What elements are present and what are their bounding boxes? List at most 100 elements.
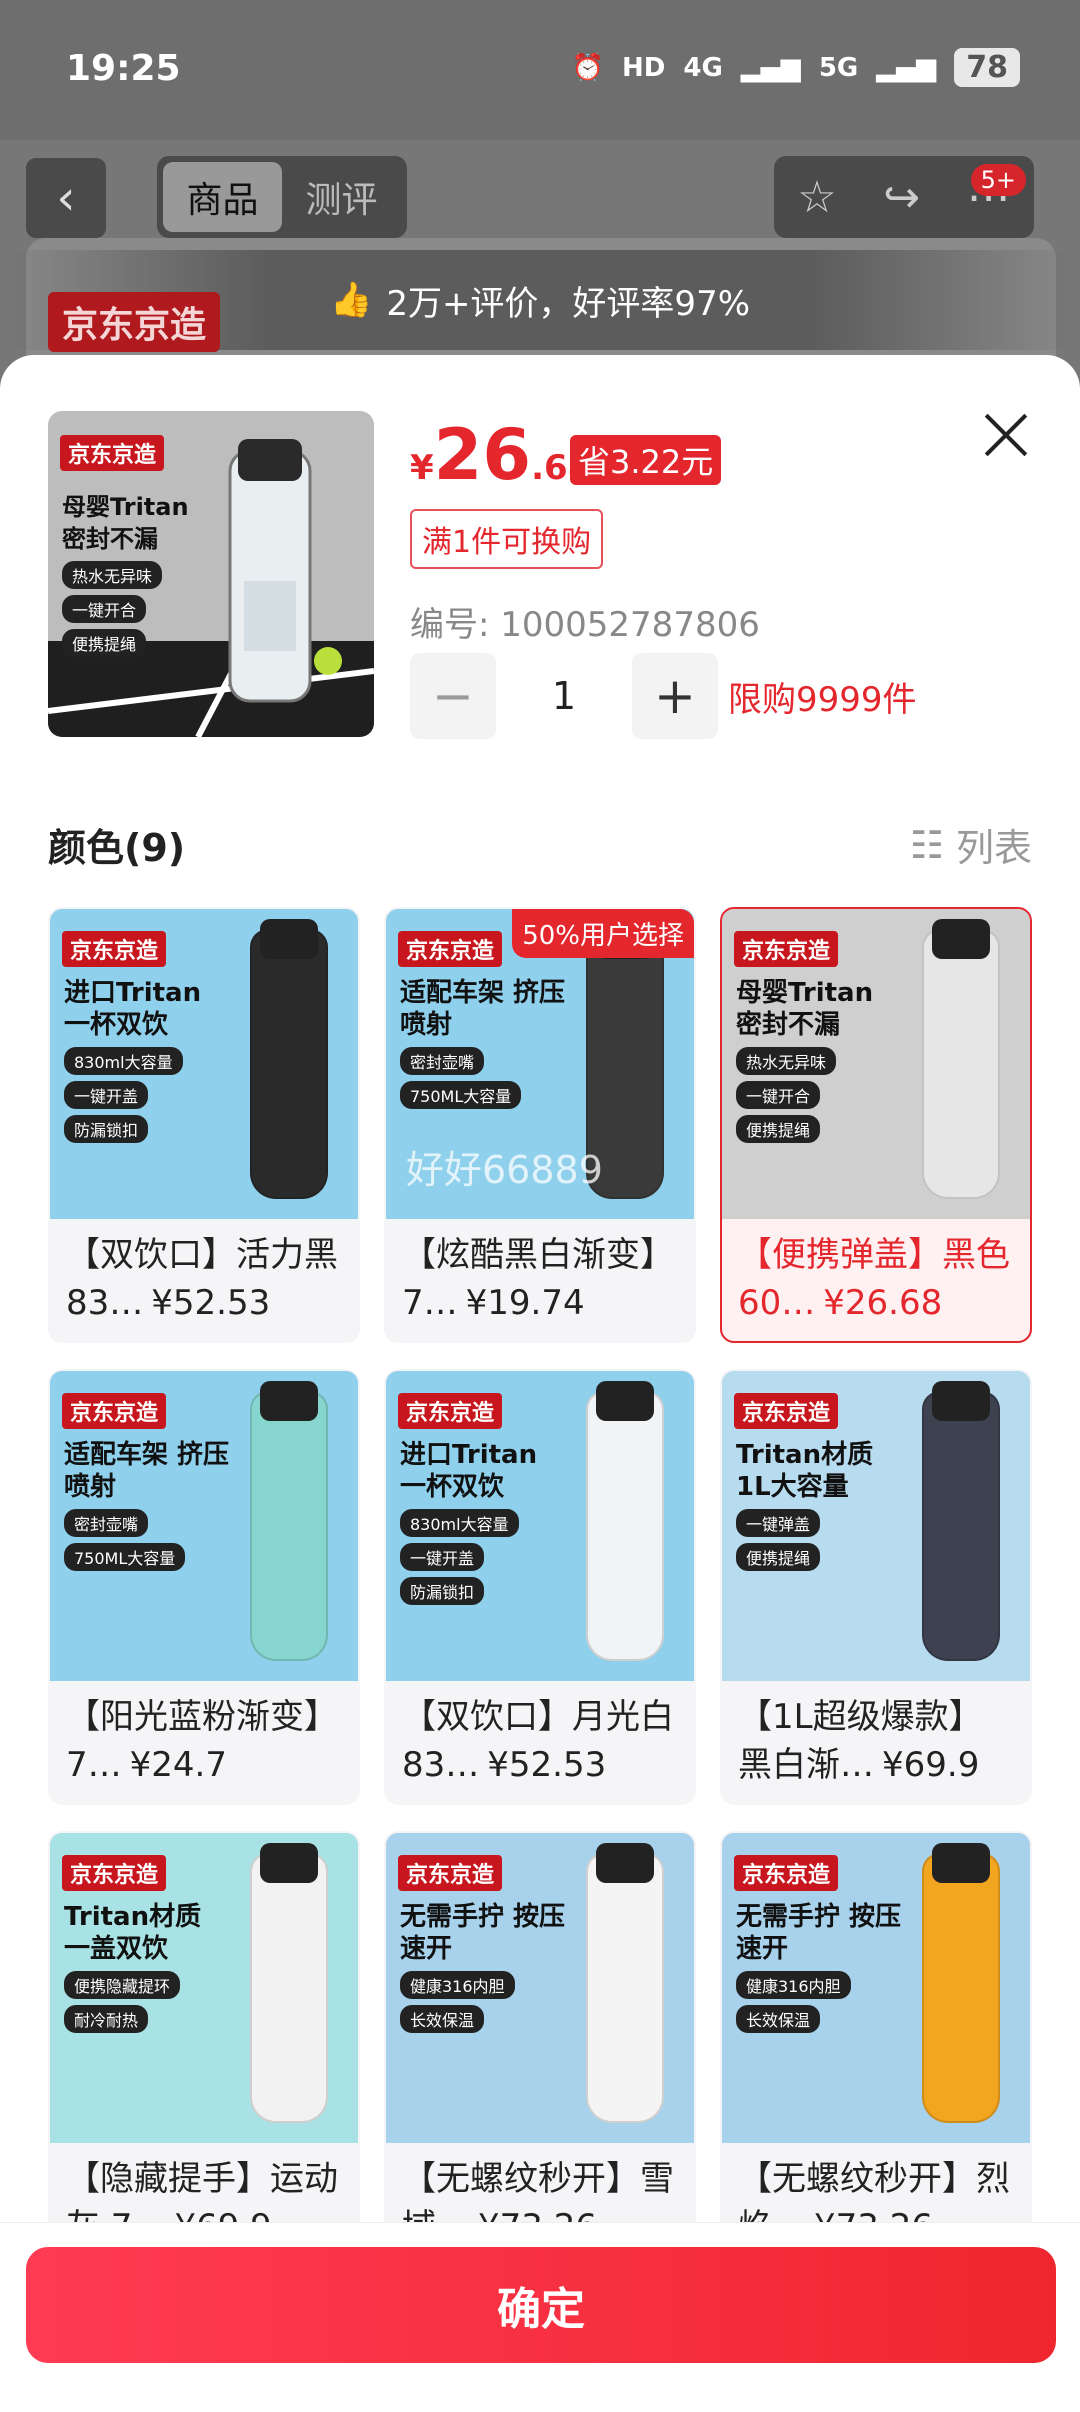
card-feature: 长效保温 (736, 2005, 821, 2033)
color-option-price: ¥24.7 (129, 1745, 227, 1785)
confirm-button[interactable]: 确定 (26, 2247, 1056, 2363)
share-icon[interactable]: ↪ (883, 172, 920, 223)
card-feature: 一键开盖 (64, 1081, 149, 1109)
thumbs-up-icon: 👍 (329, 280, 373, 320)
card-feature: 健康316内胆 (736, 1971, 851, 1999)
card-feature: 便携隐藏提环 (64, 1971, 181, 1999)
quantity-stepper: − 1 + 限购9999件 (410, 653, 917, 739)
color-option-image: 京东京造无需手拧 按压速开健康316内胆 长效保温 (722, 1833, 1030, 2143)
thumb-headline: 母婴Tritan密封不漏 (62, 493, 189, 553)
color-section-title: 颜色(9) (48, 826, 186, 870)
card-headline: Tritan材质 一盖双饮 (64, 1902, 202, 1964)
card-features: 密封壶嘴 750ML大容量 (64, 1509, 186, 1571)
card-feature: 防漏锁扣 (400, 1577, 485, 1605)
bottle-illustration (922, 1853, 1000, 2123)
card-brand-tag: 京东京造 (398, 1855, 503, 1891)
bottle-illustration (586, 1391, 664, 1661)
bottle-illustration (922, 929, 1000, 1199)
close-icon[interactable] (976, 405, 1036, 465)
color-option-card[interactable]: 京东京造 适配车架 挤压喷射 密封壶嘴 750ML大容量 好好66889 50%用户选择【… (384, 907, 696, 1343)
card-brand-tag: 京东京造 (62, 931, 167, 967)
color-option-card[interactable]: 京东京造 进口Tritan 一杯双饮 830ml大容量 一键开盖 防漏锁扣【双饮口】活力… (48, 907, 360, 1343)
tab-product[interactable]: 商品 (163, 162, 282, 232)
selected-product-thumbnail[interactable]: 京东京造 母婴Tritan密封不漏 热水无异味 一键开合 便携提绳 (48, 411, 374, 737)
purchase-limit: 限购9999件 (728, 679, 917, 720)
bottle-illustration (250, 929, 328, 1199)
card-brand-tag: 京东京造 (734, 931, 839, 967)
card-headline: 母婴Tritan 密封不漏 (736, 978, 874, 1040)
card-headline: 无需手拧 按压速开 (736, 1902, 902, 1964)
color-option-card[interactable]: 京东京造无需手拧 按压速开健康316内胆长效保温【无螺纹秒开】雪域…¥73.26 (384, 1831, 696, 2267)
card-feature: 便携提绳 (736, 1115, 821, 1143)
color-option-card[interactable]: 京东京造Tritan材质 一盖双饮便携隐藏提环耐冷耐热【隐藏提手】运动灰 7…¥… (48, 1831, 360, 2267)
message-badge: 5+ (970, 164, 1026, 196)
card-features: 830ml大容量 一键开盖 防漏锁扣 (400, 1509, 519, 1605)
quantity-value[interactable]: 1 (496, 674, 632, 718)
exchange-tag: 满1件可换购 (410, 509, 604, 569)
color-options-grid: 京东京造 进口Tritan 一杯双饮 830ml大容量 一键开盖 防漏锁扣 【双饮口】活力… (48, 907, 1032, 2267)
card-features: 一键弹盖 便携提绳 (736, 1509, 821, 1571)
savings-tag: 省3.22元 (570, 435, 722, 485)
card-feature: 密封壶嘴 (400, 1047, 485, 1075)
color-option-text: 【便携弹盖】黑色 60… ¥26.68 (738, 1231, 1014, 1327)
bottle-cap-illustration (932, 919, 990, 959)
battery-indicator: 78 (954, 48, 1020, 87)
decrease-button[interactable]: − (410, 653, 496, 739)
color-option-price: ¥52.53 (487, 1745, 607, 1785)
bottle-cap-illustration (260, 919, 318, 959)
network-4g-label: 4G (683, 52, 723, 83)
color-option-card[interactable]: 京东京造 Tritan材质 1L大容量 一键弹盖 便携提绳 【1L超级爆款】黑白渐… ¥6… (720, 1369, 1032, 1805)
card-feature: 耐冷耐热 (64, 2005, 149, 2033)
color-option-price: ¥69.9 (882, 1745, 980, 1785)
color-option-text: 【双饮口】活力黑83… ¥52.53 (66, 1231, 342, 1327)
thumb-brand-tag: 京东京造 (60, 435, 165, 471)
thumb-features: 热水无异味 一键开合 便携提绳 (62, 561, 163, 657)
status-time: 19:25 (66, 48, 181, 89)
back-button[interactable]: ‹ (26, 158, 106, 238)
card-features: 健康316内胆 长效保温 (400, 1971, 515, 2033)
status-bar: 19:25 ⏰ HD 4G ▂▄▆ 5G ▂▄▆ 78 (0, 0, 1080, 140)
card-headline: 适配车架 挤压喷射 (400, 978, 566, 1040)
color-option-image: 京东京造 适配车架 挤压喷射 密封壶嘴 750ML大容量 (50, 1371, 358, 1681)
list-icon: ☷ (909, 822, 944, 867)
tab-review[interactable]: 测评 (282, 162, 401, 232)
list-view-toggle[interactable]: ☷ 列表 (910, 817, 1032, 872)
card-headline: 无需手拧 按压速开 (400, 1902, 566, 1964)
card-headline: 进口Tritan 一杯双饮 (400, 1440, 538, 1502)
color-option-image: 京东京造 母婴Tritan 密封不漏 热水无异味 一键开合 便携提绳 (722, 909, 1030, 1219)
color-option-card[interactable]: 京东京造 母婴Tritan 密封不漏 热水无异味 一键开合 便携提绳 【便携弹盖】黑色 6… (720, 907, 1032, 1343)
color-option-card[interactable]: 京东京造 适配车架 挤压喷射 密封壶嘴 750ML大容量 【阳光蓝粉渐变】7… ¥24.7 (48, 1369, 360, 1805)
bottle-cap-illustration (596, 1843, 654, 1883)
price-integer: 26 (433, 414, 532, 496)
price-currency: ¥ (410, 448, 434, 488)
signal-icon: ▂▄▆ (740, 52, 801, 83)
bottle-illustration (250, 1391, 328, 1661)
status-icons: ⏰ HD 4G ▂▄▆ 5G ▂▄▆ 78 (572, 48, 1020, 87)
increase-button[interactable]: + (632, 653, 718, 739)
color-option-image: 京东京造 进口Tritan 一杯双饮 830ml大容量 一键开盖 防漏锁扣 (50, 909, 358, 1219)
sku-selection-sheet: 京东京造 母婴Tritan密封不漏 热水无异味 一键开合 便携提绳 ¥ 26 .… (0, 355, 1080, 2412)
color-option-image: 京东京造进口Tritan 一杯双饮 830ml大容量 一键开盖 防漏锁扣 (386, 1371, 694, 1681)
favorite-star-icon[interactable]: ☆ (797, 172, 836, 223)
color-option-card[interactable]: 京东京造进口Tritan 一杯双饮 830ml大容量 一键开盖 防漏锁扣【双饮口】月光… (384, 1369, 696, 1805)
color-option-card[interactable]: 京东京造无需手拧 按压速开健康316内胆长效保温【无螺纹秒开】烈焰…¥73.26 (720, 1831, 1032, 2267)
card-feature: 密封壶嘴 (64, 1509, 149, 1537)
color-option-price: ¥19.74 (465, 1283, 585, 1323)
card-feature: 长效保温 (400, 2005, 485, 2033)
price: ¥ 26 .68 (410, 415, 591, 495)
color-option-image: 京东京造 Tritan材质 1L大容量 一键弹盖 便携提绳 (722, 1371, 1030, 1681)
card-feature: 热水无异味 (736, 1047, 837, 1075)
card-brand-tag: 京东京造 (734, 1855, 839, 1891)
card-brand-tag: 京东京造 (62, 1393, 167, 1429)
color-option-text: 【双饮口】月光白83… ¥52.53 (402, 1693, 678, 1789)
watermark-text: 好好66889 (406, 1148, 603, 1192)
color-option-text: 【阳光蓝粉渐变】7… ¥24.7 (66, 1693, 342, 1789)
card-feature: 750ML大容量 (64, 1543, 186, 1571)
card-feature: 便携提绳 (736, 1543, 821, 1571)
card-brand-tag: 京东京造 (398, 1393, 503, 1429)
color-option-image: 京东京造无需手拧 按压速开 健康316内胆 长效保温 (386, 1833, 694, 2143)
bottle-illustration (922, 1391, 1000, 1661)
card-headline: Tritan材质 1L大容量 (736, 1440, 874, 1502)
bottle-cap-illustration (596, 1381, 654, 1421)
bottle-cap-illustration (260, 1843, 318, 1883)
